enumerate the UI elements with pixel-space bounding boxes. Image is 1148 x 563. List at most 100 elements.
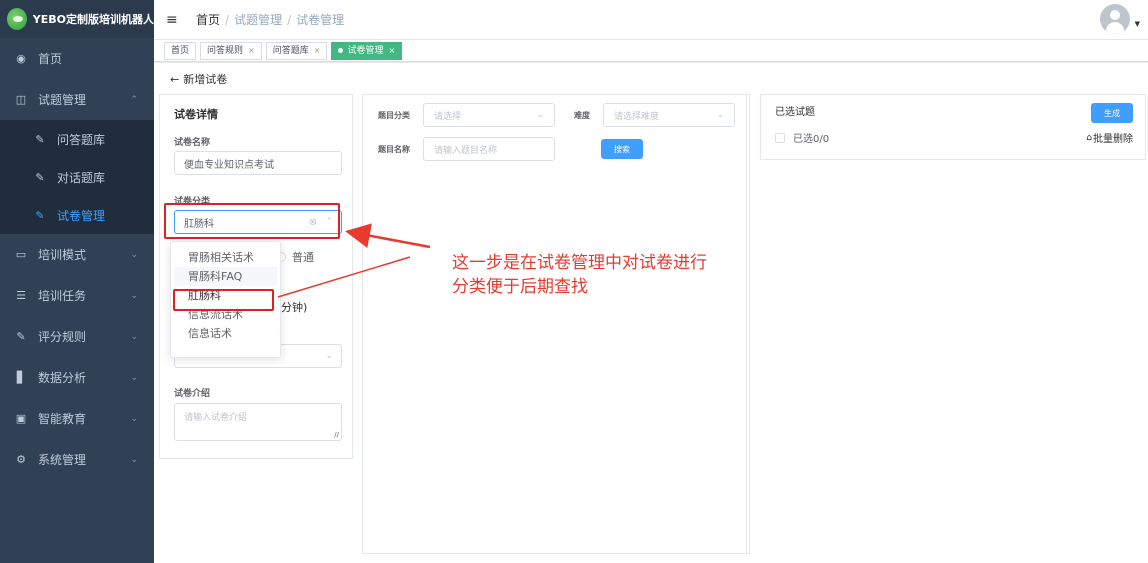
paper-type-radio[interactable]: 普通 xyxy=(276,249,314,265)
book-icon: ◫ xyxy=(15,93,27,106)
tag-label: 问答规则 xyxy=(207,45,244,56)
input-placeholder: 请输入题目名称 xyxy=(434,145,498,156)
close-icon[interactable]: × xyxy=(248,43,255,59)
sidebar-item-label: 系统管理 xyxy=(38,453,87,467)
avatar[interactable] xyxy=(1100,4,1130,34)
sidebar-item-dialog-bank[interactable]: ✎ 对话题库 xyxy=(0,158,154,196)
chevron-down-icon: ⌄ xyxy=(130,454,138,465)
sidebar-item-label: 评分规则 xyxy=(38,330,87,344)
dropdown-option[interactable]: 信息话术 xyxy=(174,324,277,343)
tag-paper-management[interactable]: 试卷管理 × xyxy=(331,41,403,60)
chevron-down-icon: ⌄ xyxy=(536,110,544,120)
list-icon: ☰ xyxy=(16,289,26,302)
divider xyxy=(746,94,747,554)
sidebar-item-label: 试卷管理 xyxy=(57,208,106,223)
arrow-left-icon: ← xyxy=(170,72,180,86)
batch-delete-button[interactable]: ⌂ 批量删除 xyxy=(1086,130,1133,146)
sidebar-item-label: 问答题库 xyxy=(57,132,106,147)
question-name-label: 题目名称 xyxy=(378,145,410,154)
sidebar-item-home[interactable]: ◉ 首页 xyxy=(0,38,154,79)
edit-icon: ✎ xyxy=(35,208,45,222)
select-all-row[interactable]: 已选0/0 xyxy=(775,130,829,145)
selected-count: 已选0/0 xyxy=(793,134,830,145)
sidebar-item-question-management[interactable]: ◫ 试题管理 ⌃ xyxy=(0,79,154,120)
monitor-icon: ▭ xyxy=(15,248,27,261)
edit-icon: ✎ xyxy=(35,170,45,184)
question-name-input[interactable]: 请输入题目名称 xyxy=(423,137,555,161)
batch-delete-label: 批量删除 xyxy=(1093,134,1133,145)
sidebar-item-data-analysis[interactable]: ▋ 数据分析 ⌄ xyxy=(0,357,154,398)
logo-row: YEBO定制版培训机器人 xyxy=(0,0,154,38)
paper-intro-label: 试卷介绍 xyxy=(174,389,211,399)
close-icon[interactable]: × xyxy=(314,43,321,59)
highlight-box xyxy=(173,289,274,311)
selected-title: 已选试题 xyxy=(775,107,815,118)
sidebar-item-label: 智能教育 xyxy=(38,412,87,426)
page-title: 新增试卷 xyxy=(183,73,228,86)
tag-label: 试卷管理 xyxy=(347,45,384,56)
generate-button[interactable]: 生成 xyxy=(1091,103,1133,123)
paper-intro-placeholder: 请输入试卷介绍 xyxy=(184,413,248,423)
sidebar-item-smart-education[interactable]: ▣ 智能教育 ⌄ xyxy=(0,398,154,439)
paper-intro-textarea[interactable]: 请输入试卷介绍 ∕∕ xyxy=(174,403,342,441)
select-placeholder: 请选择 xyxy=(434,111,462,122)
search-button[interactable]: 搜索 xyxy=(601,139,643,159)
tag-label: 问答题库 xyxy=(272,45,309,56)
chevron-down-icon: ⌄ xyxy=(130,290,138,301)
sidebar-item-label: 对话题库 xyxy=(57,170,106,185)
difficulty-label: 难度 xyxy=(574,111,590,120)
tags-view: 首页 问答规则 × 问答题库 × 试卷管理 × xyxy=(154,40,1148,62)
breadcrumb-item[interactable]: 试题管理 xyxy=(234,13,282,27)
tag-qa-bank[interactable]: 问答题库 × xyxy=(265,41,328,60)
dashboard-icon: ◉ xyxy=(16,52,26,65)
sidebar-item-system-management[interactable]: ⚙ 系统管理 ⌄ xyxy=(0,439,154,480)
active-dot-icon xyxy=(338,48,344,53)
logo-icon xyxy=(7,8,27,30)
select-placeholder: 请选择难度 xyxy=(614,111,660,122)
sidebar-item-training-mode[interactable]: ▭ 培训模式 ⌄ xyxy=(0,234,154,275)
back-link[interactable]: ← 新增试卷 xyxy=(170,71,227,87)
chevron-down-icon[interactable]: ⌄ xyxy=(325,351,333,361)
delete-icon: ⌂ xyxy=(1086,132,1092,143)
bar-chart-icon: ▋ xyxy=(16,371,26,384)
close-icon[interactable]: × xyxy=(388,43,395,59)
tag-label: 首页 xyxy=(171,45,190,56)
resize-handle-icon[interactable]: ∕∕ xyxy=(334,431,339,439)
annotation-line: 分类便于后期查找 xyxy=(452,277,588,297)
question-type-select[interactable]: 请选择 ⌄ xyxy=(423,103,555,127)
chevron-down-icon: ⌄ xyxy=(130,372,138,383)
time-label-fragment: 分钟) xyxy=(281,301,308,314)
checkbox[interactable] xyxy=(775,132,785,143)
highlight-box xyxy=(164,203,340,239)
sidebar-item-scoring-rules[interactable]: ✎ 评分规则 ⌄ xyxy=(0,316,154,357)
sidebar-item-label: 数据分析 xyxy=(38,371,87,385)
paper-name-value: 便血专业知识点考试 xyxy=(184,159,274,171)
question-filter-panel: 题目分类 请选择 ⌄ 难度 请选择难度 ⌄ 题目名称 请输入题目名称 搜索 xyxy=(362,94,750,554)
edit-icon: ✎ xyxy=(16,330,26,343)
selected-questions-panel: 已选试题 生成 已选0/0 ⌂ 批量删除 xyxy=(760,94,1146,160)
presentation-icon: ▣ xyxy=(15,412,27,425)
sidebar-item-training-task[interactable]: ☰ 培训任务 ⌄ xyxy=(0,275,154,316)
sidebar-item-qa-bank[interactable]: ✎ 问答题库 xyxy=(0,120,154,158)
tag-qa-rules[interactable]: 问答规则 × xyxy=(200,41,262,60)
chevron-down-icon: ⌄ xyxy=(130,413,138,424)
difficulty-select[interactable]: 请选择难度 ⌄ xyxy=(603,103,735,127)
tag-home[interactable]: 首页 xyxy=(164,41,197,60)
chevron-down-icon: ⌄ xyxy=(716,110,724,120)
chevron-down-icon: ⌄ xyxy=(130,331,138,342)
edit-icon: ✎ xyxy=(35,132,45,146)
paper-name-input[interactable]: 便血专业知识点考试 xyxy=(174,151,342,175)
panel-title: 试卷详情 xyxy=(174,108,218,121)
hamburger-icon[interactable]: ≡ xyxy=(166,12,180,28)
caret-down-icon[interactable]: ▼ xyxy=(1135,20,1140,28)
question-type-label: 题目分类 xyxy=(378,111,410,120)
chevron-down-icon: ⌄ xyxy=(130,249,138,260)
breadcrumb: 首页 / 试题管理 / 试卷管理 xyxy=(196,13,345,27)
sidebar-item-paper-management[interactable]: ✎ 试卷管理 xyxy=(0,196,154,234)
dropdown-option[interactable]: 胃肠相关话术 xyxy=(174,248,277,267)
dropdown-option[interactable]: 胃肠科FAQ xyxy=(174,267,277,286)
breadcrumb-item: 试卷管理 xyxy=(296,13,345,27)
breadcrumb-item[interactable]: 首页 xyxy=(196,13,220,27)
app-title: YEBO定制版培训机器人 xyxy=(32,13,154,26)
annotation-text: 这一步是在试卷管理中对试卷进行 分类便于后期查找 xyxy=(452,251,752,299)
